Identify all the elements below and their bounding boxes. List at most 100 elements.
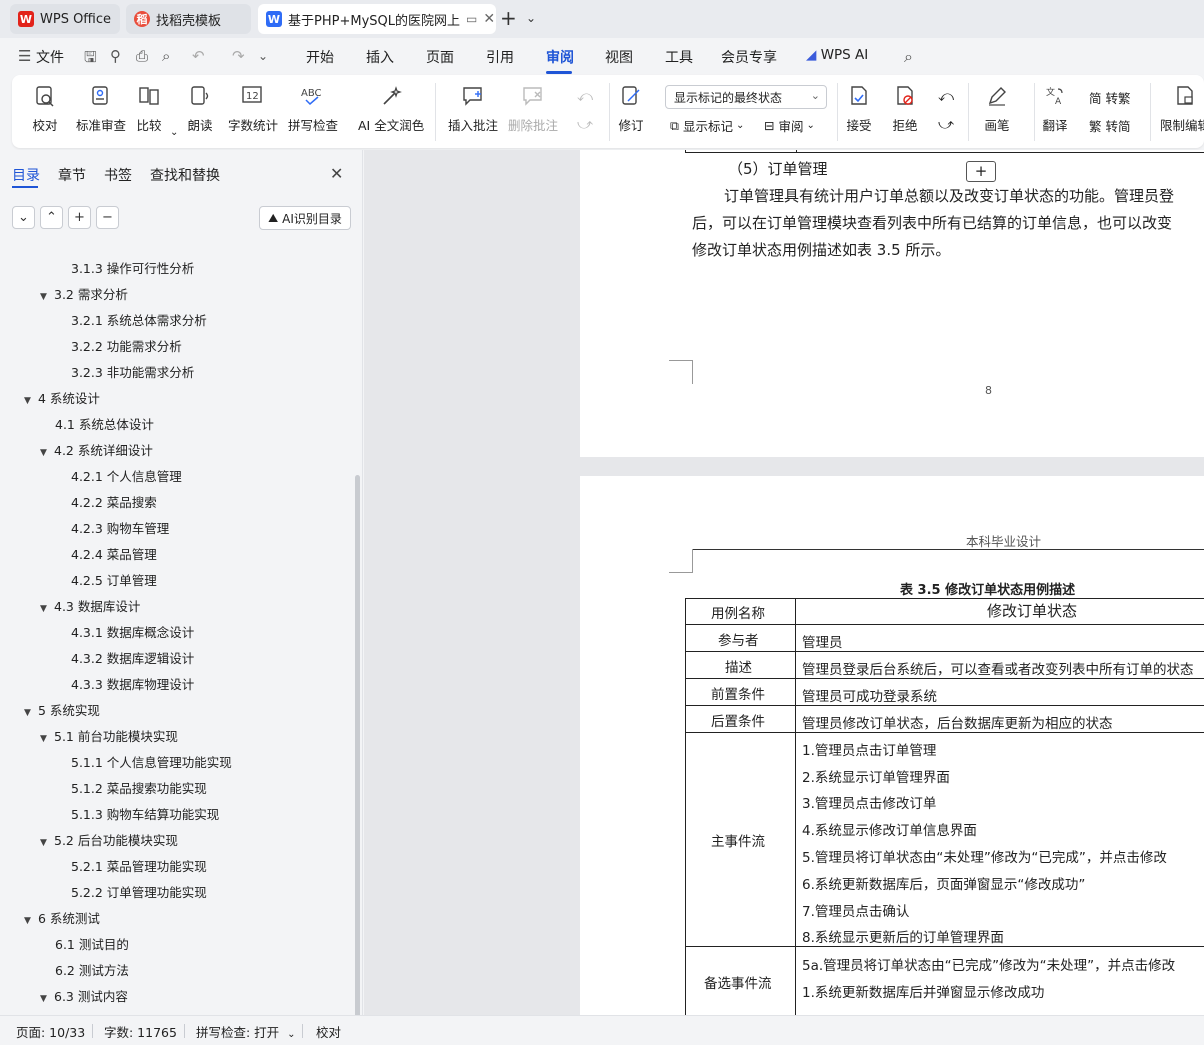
close-icon[interactable]: ✕ (330, 164, 343, 183)
toc-item[interactable]: ▼ 3.2 需求分析 (40, 284, 128, 303)
menu-file[interactable]: 文件 (36, 47, 64, 67)
toc-item[interactable]: 4.2.2 菜品搜索 (71, 492, 157, 511)
tab-wps-office[interactable]: W WPS Office (10, 4, 120, 34)
track-changes-button[interactable]: 修订 (618, 83, 644, 134)
previous-change-icon[interactable]: ⤺ (938, 87, 954, 105)
compare-button[interactable]: 比较 ⌄ (136, 83, 178, 138)
toc-item[interactable]: 6.1 测试目的 (55, 934, 129, 953)
monitor-icon[interactable]: ▭ (466, 12, 477, 26)
toc-item[interactable]: 6.2 测试方法 (55, 960, 129, 979)
markup-state-select[interactable]: 显示标记的最终状态 ⌄ (665, 85, 827, 109)
tab-document[interactable]: W 基于PHP+MySQL的医院网上 ▭ ✕ (258, 4, 496, 34)
menu-view[interactable]: 视图 (605, 47, 633, 67)
add-row-icon[interactable]: + (966, 161, 996, 182)
expand-arrow-icon[interactable]: ▼ (24, 916, 38, 926)
toc-item[interactable]: ▼ 4 系统设计 (24, 388, 100, 407)
toc-item[interactable]: 5.2.1 菜品管理功能实现 (71, 856, 207, 875)
page-indicator[interactable]: 页面: 10/33 (16, 1022, 85, 1041)
toc-item[interactable]: ▼ 5 系统实现 (24, 700, 100, 719)
to-simplified-button[interactable]: 繁 转简 (1089, 116, 1130, 135)
tab-bookmarks[interactable]: 书签 (104, 165, 132, 185)
toc-item[interactable]: ▼ 4.2 系统详细设计 (40, 440, 153, 459)
menu-page[interactable]: 页面 (426, 47, 454, 67)
toc-item[interactable]: 3.2.3 非功能需求分析 (71, 362, 194, 381)
toc-item[interactable]: 4.2.1 个人信息管理 (71, 466, 182, 485)
toc-item[interactable]: 4.2.3 购物车管理 (71, 518, 169, 537)
toc-item[interactable]: 5.1.3 购物车结算功能实现 (71, 804, 219, 823)
toc-item[interactable]: 5.1.2 菜品搜索功能实现 (71, 778, 207, 797)
expand-arrow-icon[interactable]: ▼ (40, 734, 54, 744)
menu-tools[interactable]: 工具 (665, 47, 693, 67)
review-pane-button[interactable]: ⊟ 审阅 ⌄ (764, 116, 815, 135)
next-change-icon[interactable]: ⤻ (938, 115, 954, 133)
toc-scrollbar[interactable] (355, 475, 360, 1045)
delete-comment-button[interactable]: 删除批注 (508, 83, 558, 134)
remove-heading-button[interactable]: − (96, 206, 119, 229)
menu-home[interactable]: 开始 (306, 47, 334, 67)
expand-arrow-icon[interactable]: ▼ (24, 396, 38, 406)
menu-member[interactable]: 会员专享 (721, 47, 777, 67)
read-aloud-button[interactable]: 朗读 (187, 83, 213, 134)
toc-item[interactable]: 5.1.1 个人信息管理功能实现 (71, 752, 232, 771)
tab-chapters[interactable]: 章节 (58, 165, 86, 185)
next-comment-icon[interactable]: ⤻ (577, 115, 593, 133)
undo-icon[interactable]: ↶ (192, 47, 205, 65)
pen-button[interactable]: 画笔 (984, 83, 1010, 134)
toc-item[interactable]: ▼ 4.3 数据库设计 (40, 596, 140, 615)
toc-item[interactable]: 4.2.4 菜品管理 (71, 544, 157, 563)
ai-toc-button[interactable]: ⛰ AI识别目录 (259, 206, 351, 230)
toc-item[interactable]: 3.2.2 功能需求分析 (71, 336, 182, 355)
restrict-edit-button[interactable]: 限制编辑 (1160, 83, 1204, 134)
close-tab-icon[interactable]: ✕ (483, 11, 495, 27)
chevron-down-icon[interactable]: ⌄ (526, 11, 536, 25)
expand-arrow-icon[interactable]: ▼ (40, 292, 54, 302)
translate-button[interactable]: 文A 翻译 (1042, 83, 1068, 134)
insert-comment-button[interactable]: 插入批注 (448, 83, 498, 134)
toc-item[interactable]: ▼ 5.2 后台功能模块实现 (40, 830, 178, 849)
ai-polish-button[interactable]: AI 全文润色 (358, 83, 424, 134)
menu-reference[interactable]: 引用 (486, 47, 514, 67)
toc-item[interactable]: ▼ 6.3 测试内容 (40, 986, 128, 1005)
to-traditional-button[interactable]: 简 转繁 (1089, 88, 1130, 107)
save-icon[interactable]: 🖫 (84, 47, 97, 72)
spell-check-button[interactable]: ABC 拼写检查 (288, 83, 338, 134)
print-preview-icon[interactable]: ⌕ (162, 47, 170, 65)
print-icon[interactable]: ⎙ (136, 47, 148, 65)
new-tab-icon[interactable]: + (500, 8, 517, 28)
expand-arrow-icon[interactable]: ▼ (40, 448, 54, 458)
word-count-indicator[interactable]: 字数: 11765 (104, 1022, 177, 1041)
proofread-status[interactable]: 校对 (316, 1022, 341, 1041)
toc-item[interactable]: ▼ 5.1 前台功能模块实现 (40, 726, 178, 745)
previous-comment-icon[interactable]: ⤺ (577, 87, 593, 105)
accept-button[interactable]: 接受 (846, 83, 872, 134)
search-icon[interactable]: ⌕ (904, 47, 913, 67)
tab-find-replace[interactable]: 查找和替换 (150, 165, 220, 185)
tab-docer[interactable]: 稻 找稻壳模板 (126, 4, 251, 34)
tab-toc[interactable]: 目录 (12, 165, 40, 185)
menu-insert[interactable]: 插入 (366, 47, 394, 67)
expand-arrow-icon[interactable]: ▼ (24, 708, 38, 718)
menu-wps-ai[interactable]: ◢ WPS AI (806, 47, 868, 63)
word-count-button[interactable]: 12 字数统计 (228, 83, 278, 134)
redo-icon[interactable]: ↷ (232, 47, 245, 65)
toc-item[interactable]: 4.3.1 数据库概念设计 (71, 622, 194, 641)
toc-item[interactable]: 3.1.3 操作可行性分析 (71, 258, 194, 277)
menu-review[interactable]: 审阅 (546, 47, 574, 67)
expand-arrow-icon[interactable]: ▼ (40, 604, 54, 614)
expand-arrow-icon[interactable]: ▼ (40, 838, 54, 848)
share-icon[interactable]: ⚲ (110, 47, 121, 65)
spell-check-toggle[interactable]: 拼写检查: 打开 ⌄ (196, 1022, 296, 1041)
hamburger-icon[interactable]: ☰ (18, 47, 31, 65)
toc-item[interactable]: ▼ 6 系统测试 (24, 908, 100, 927)
collapse-all-button[interactable]: ⌄ (12, 206, 35, 229)
toc-item[interactable]: 5.2.2 订单管理功能实现 (71, 882, 207, 901)
add-heading-button[interactable]: + (68, 206, 91, 229)
standard-review-button[interactable]: 标准审查 (76, 83, 126, 134)
toc-item[interactable]: 4.3.3 数据库物理设计 (71, 674, 194, 693)
show-markup-button[interactable]: ⧉ 显示标记 ⌄ (670, 116, 744, 135)
expand-arrow-icon[interactable]: ▼ (40, 994, 54, 1004)
expand-up-button[interactable]: ⌃ (40, 206, 63, 229)
toc-item[interactable]: 4.2.5 订单管理 (71, 570, 157, 589)
proofread-button[interactable]: 校对 (32, 83, 58, 134)
reject-button[interactable]: 拒绝 (892, 83, 918, 134)
